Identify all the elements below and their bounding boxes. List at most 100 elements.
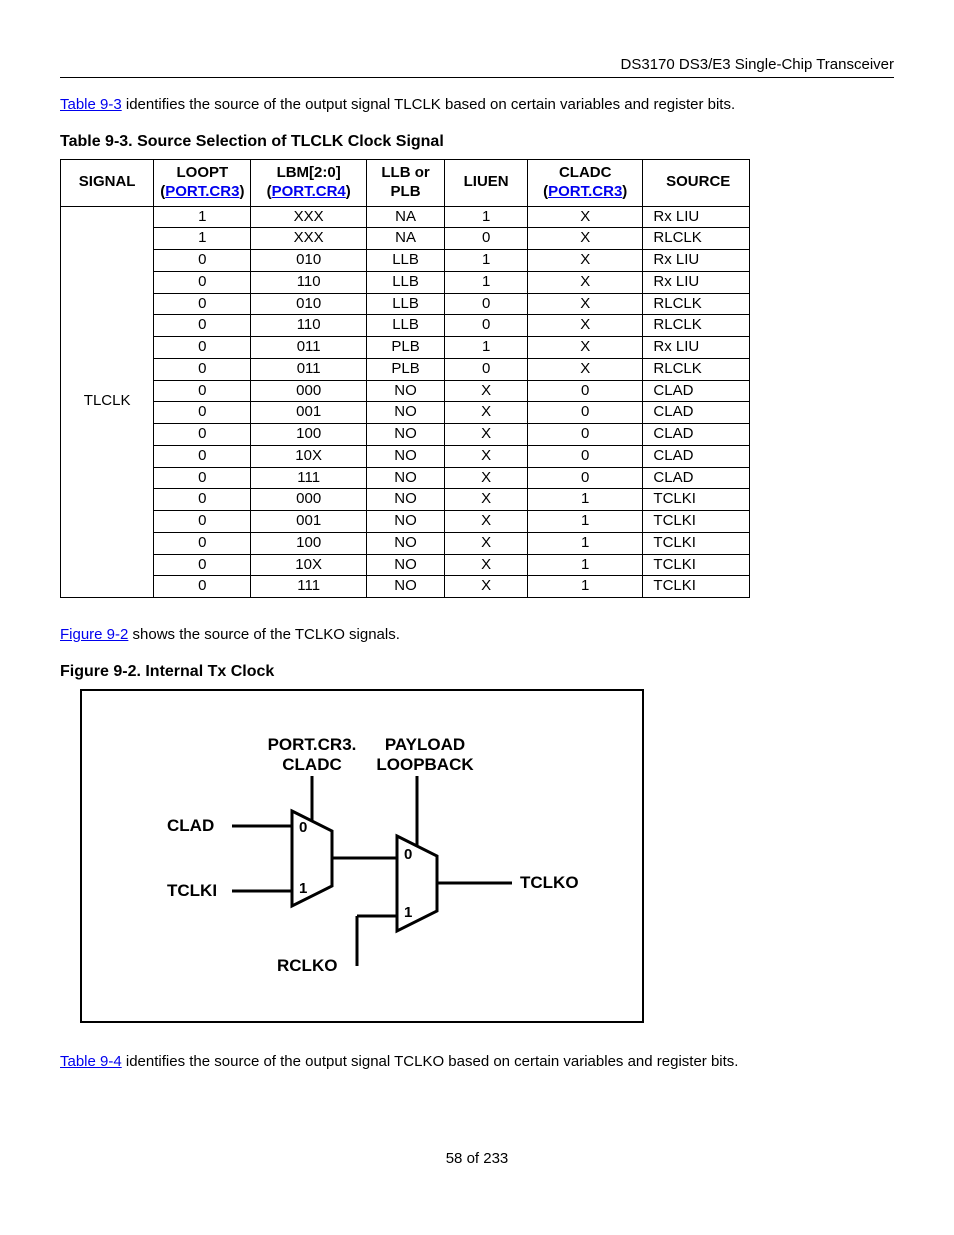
- intro-paragraph-3: Table 9-4 identifies the source of the o…: [60, 1053, 894, 1070]
- page-footer: 58 of 233: [60, 1150, 894, 1167]
- cell-llb: NA: [366, 206, 444, 228]
- cell-cladc: 0: [527, 445, 642, 467]
- cell-source: CLAD: [643, 424, 750, 446]
- cell-loopt: 0: [154, 576, 251, 598]
- cell-lbm: 000: [251, 380, 366, 402]
- table-header-row: SIGNAL LOOPT (PORT.CR3) LBM[2:0] (PORT.C…: [61, 160, 750, 207]
- cell-loopt: 0: [154, 467, 251, 489]
- cell-liuen: 0: [445, 293, 528, 315]
- label-cladc-select: PORT.CR3. CLADC: [252, 735, 372, 775]
- cell-liuen: 0: [445, 315, 528, 337]
- cell-llb: NO: [366, 445, 444, 467]
- mux1-input-1: 1: [299, 880, 307, 897]
- table-row: 0100NOX1TCLKI: [61, 532, 750, 554]
- link-port-cr3-loopt[interactable]: PORT.CR3: [165, 183, 239, 200]
- label-tclko: TCLKO: [520, 873, 579, 893]
- figure-caption: Figure 9-2. Internal Tx Clock: [60, 663, 894, 681]
- cell-loopt: 0: [154, 271, 251, 293]
- cell-llb: NO: [366, 554, 444, 576]
- table-row: 010XNOX0CLAD: [61, 445, 750, 467]
- cell-loopt: 1: [154, 228, 251, 250]
- cell-source: CLAD: [643, 445, 750, 467]
- cell-loopt: 0: [154, 511, 251, 533]
- table-row: 0011PLB0XRLCLK: [61, 358, 750, 380]
- tlclk-source-table: SIGNAL LOOPT (PORT.CR3) LBM[2:0] (PORT.C…: [60, 159, 750, 598]
- cell-cladc: X: [527, 206, 642, 228]
- link-port-cr4[interactable]: PORT.CR4: [272, 183, 346, 200]
- label-rclko: RCLKO: [277, 956, 337, 976]
- th-cladc-top: CLADC: [559, 164, 612, 181]
- link-port-cr3-cladc[interactable]: PORT.CR3: [548, 183, 622, 200]
- cell-source: CLAD: [643, 380, 750, 402]
- cell-source: TCLKI: [643, 576, 750, 598]
- cell-source: TCLKI: [643, 489, 750, 511]
- cell-llb: LLB: [366, 315, 444, 337]
- intro1-text: identifies the source of the output sign…: [122, 96, 735, 113]
- th-lbm-top: LBM[2:0]: [277, 164, 341, 181]
- link-table-9-3[interactable]: Table 9-3: [60, 96, 122, 113]
- table-row: 0001NOX0CLAD: [61, 402, 750, 424]
- cell-llb: NA: [366, 228, 444, 250]
- cell-liuen: X: [445, 489, 528, 511]
- cell-loopt: 0: [154, 554, 251, 576]
- intro-paragraph-1: Table 9-3 identifies the source of the o…: [60, 96, 894, 113]
- cell-cladc: 1: [527, 554, 642, 576]
- intro2-text: shows the source of the TCLKO signals.: [128, 626, 400, 643]
- cell-lbm: 100: [251, 424, 366, 446]
- label-clad: CLAD: [167, 816, 214, 836]
- cell-cladc: X: [527, 228, 642, 250]
- cell-cladc: 1: [527, 532, 642, 554]
- table-row: 0100NOX0CLAD: [61, 424, 750, 446]
- cell-lbm: 001: [251, 511, 366, 533]
- cell-cladc: 1: [527, 489, 642, 511]
- cell-source: TCLKI: [643, 532, 750, 554]
- cell-liuen: X: [445, 554, 528, 576]
- cell-loopt: 0: [154, 250, 251, 272]
- cell-llb: NO: [366, 402, 444, 424]
- table-row: 0111NOX0CLAD: [61, 467, 750, 489]
- cell-llb: NO: [366, 576, 444, 598]
- cell-lbm: 100: [251, 532, 366, 554]
- cell-liuen: X: [445, 576, 528, 598]
- cell-llb: LLB: [366, 271, 444, 293]
- figure-internal-tx-clock: PORT.CR3. CLADC PAYLOAD LOOPBACK CLAD TC…: [80, 689, 644, 1023]
- cell-liuen: 1: [445, 271, 528, 293]
- cell-llb: NO: [366, 467, 444, 489]
- cell-liuen: 0: [445, 228, 528, 250]
- cell-loopt: 0: [154, 532, 251, 554]
- page-header: DS3170 DS3/E3 Single-Chip Transceiver: [60, 56, 894, 78]
- cell-liuen: X: [445, 532, 528, 554]
- intro-paragraph-2: Figure 9-2 shows the source of the TCLKO…: [60, 626, 894, 643]
- table-row: 0001NOX1TCLKI: [61, 511, 750, 533]
- cell-source: Rx LIU: [643, 271, 750, 293]
- cell-lbm: 010: [251, 250, 366, 272]
- cell-source: RLCLK: [643, 293, 750, 315]
- cell-loopt: 0: [154, 358, 251, 380]
- table-row: 010XNOX1TCLKI: [61, 554, 750, 576]
- cell-llb: NO: [366, 511, 444, 533]
- cell-source: RLCLK: [643, 228, 750, 250]
- link-table-9-4[interactable]: Table 9-4: [60, 1053, 122, 1070]
- table-row: 0011PLB1XRx LIU: [61, 337, 750, 359]
- cell-liuen: X: [445, 402, 528, 424]
- cell-liuen: 0: [445, 358, 528, 380]
- cell-llb: NO: [366, 489, 444, 511]
- link-figure-9-2[interactable]: Figure 9-2: [60, 626, 128, 643]
- label-payload-select: PAYLOAD LOOPBACK: [370, 735, 480, 775]
- cell-cladc: 0: [527, 402, 642, 424]
- cell-lbm: 10X: [251, 554, 366, 576]
- cell-cladc: 1: [527, 511, 642, 533]
- cell-llb: LLB: [366, 293, 444, 315]
- cell-loopt: 0: [154, 445, 251, 467]
- cell-cladc: X: [527, 250, 642, 272]
- table-row: 0111NOX1TCLKI: [61, 576, 750, 598]
- cell-source: Rx LIU: [643, 337, 750, 359]
- cell-loopt: 0: [154, 293, 251, 315]
- cell-lbm: 000: [251, 489, 366, 511]
- table-row: 0000NOX1TCLKI: [61, 489, 750, 511]
- cell-cladc: 0: [527, 424, 642, 446]
- cell-source: Rx LIU: [643, 250, 750, 272]
- cell-lbm: 010: [251, 293, 366, 315]
- cell-liuen: 1: [445, 250, 528, 272]
- cell-cladc: 0: [527, 467, 642, 489]
